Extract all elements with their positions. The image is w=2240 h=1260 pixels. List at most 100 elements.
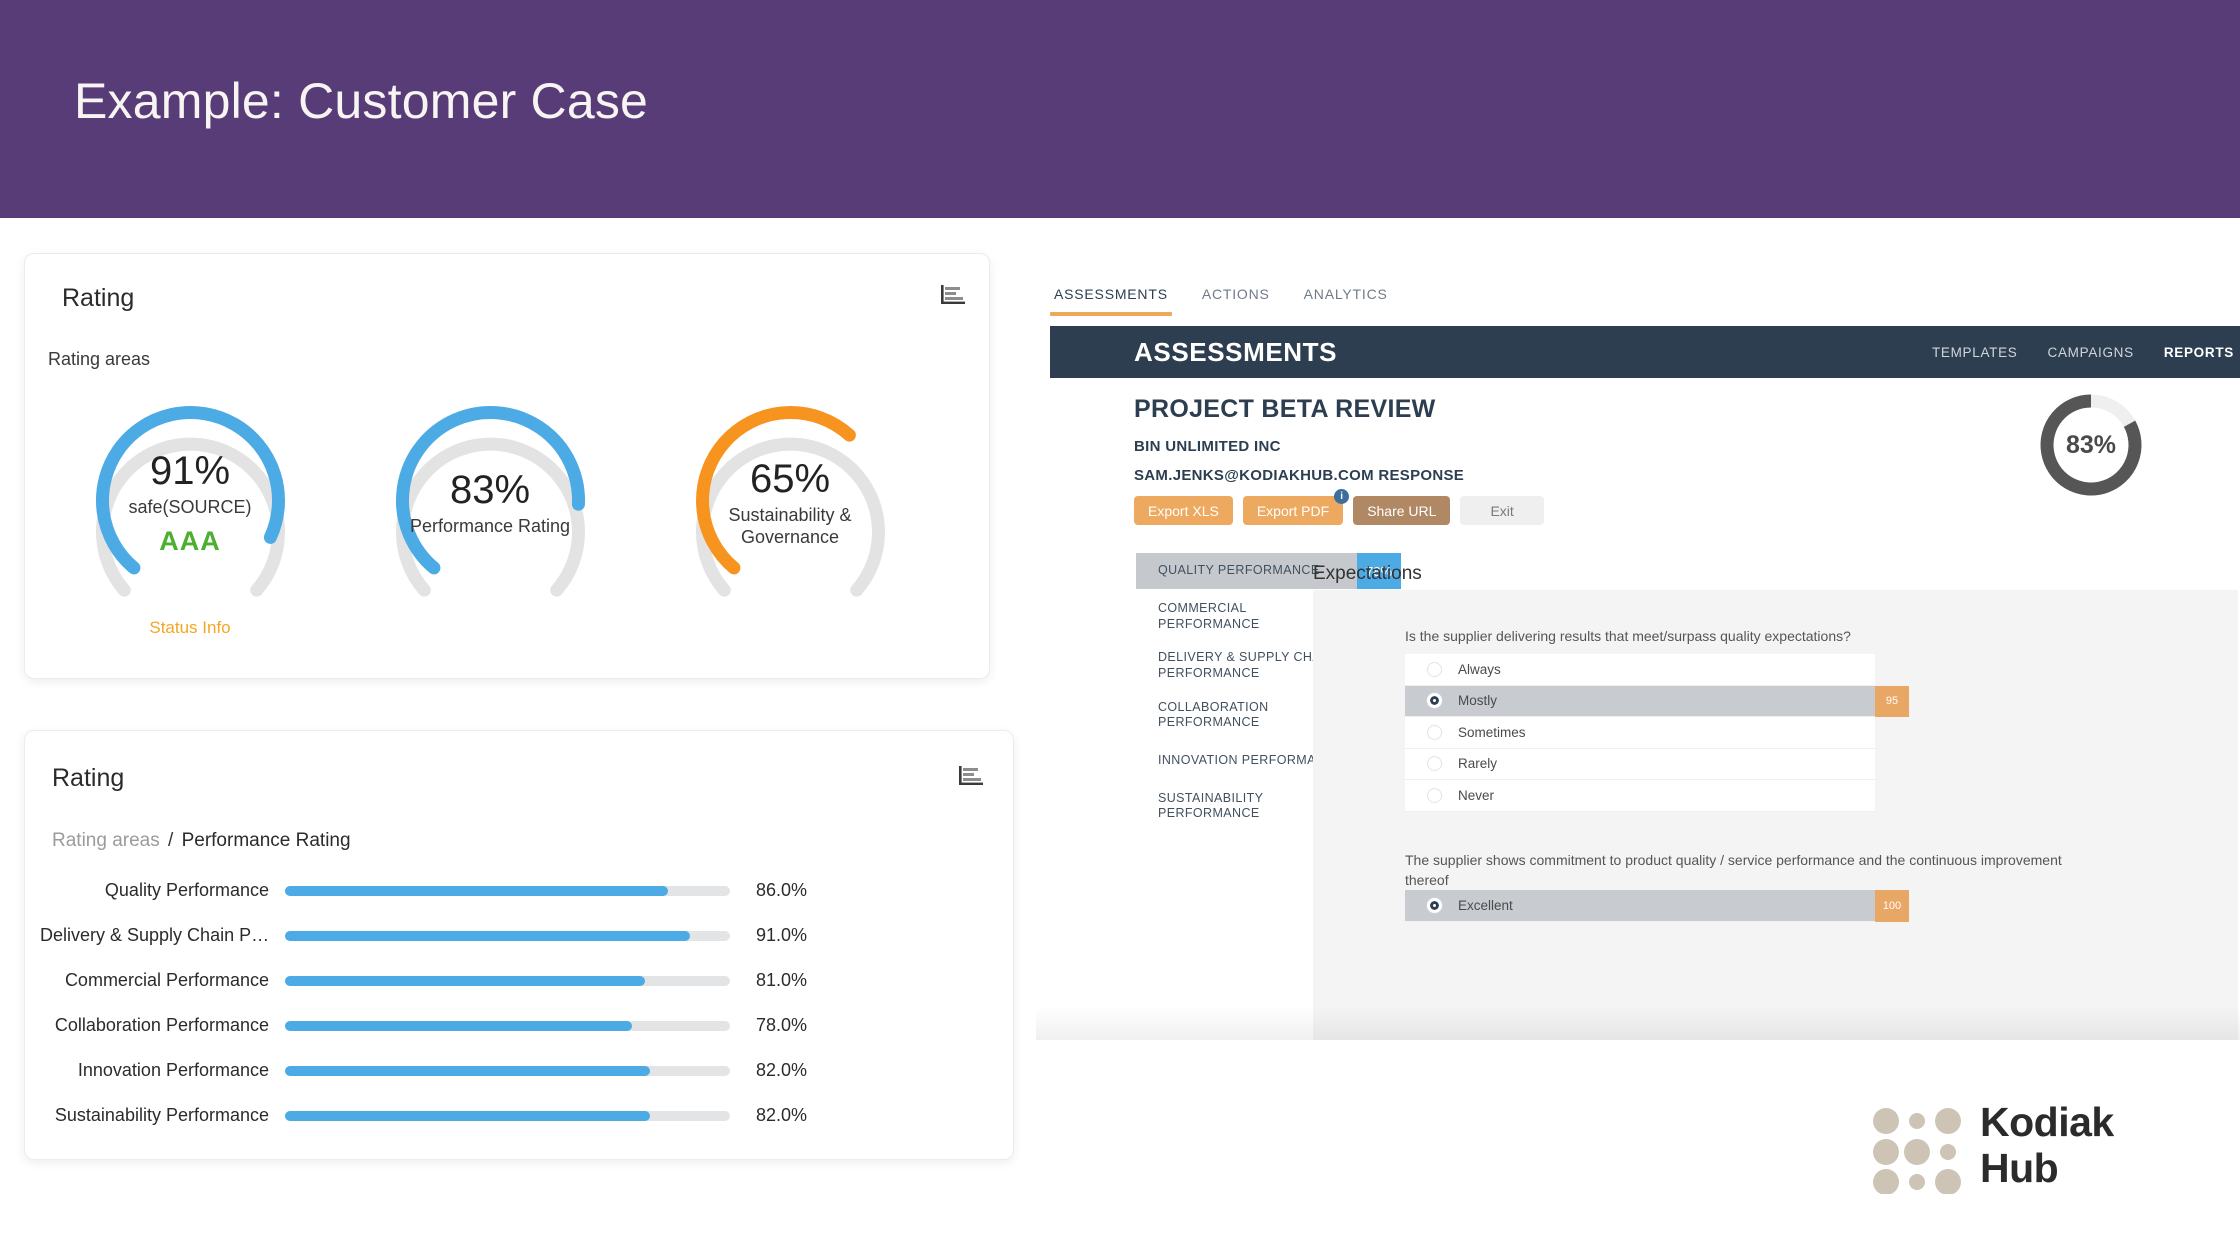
breadcrumb-current: Performance Rating <box>181 830 351 851</box>
bar-value: 91.0% <box>756 925 808 945</box>
app-topbar: ASSESSMENTS TEMPLATES CAMPAIGNS REPORTS <box>1050 326 2240 378</box>
gauge-label: safe(SOURCE) <box>128 496 252 517</box>
bar-value: 82.0% <box>756 1105 808 1125</box>
bar-track <box>285 1110 730 1121</box>
bar-label: Innovation Performance <box>77 1060 269 1080</box>
option-score-badge: 95 <box>1875 685 1909 717</box>
action-button-row: Export XLS Export PDF i Share URL Exit <box>1134 489 1544 525</box>
breadcrumb: Rating areas / Performance Rating <box>52 830 351 852</box>
option-row[interactable]: Always <box>1405 654 1875 686</box>
tab-assessments[interactable]: ASSESSMENTS <box>1050 282 1172 316</box>
tab-analytics[interactable]: ANALYTICS <box>1300 282 1392 316</box>
status-info-link[interactable]: Status Info <box>149 618 230 638</box>
assessments-app-screenshot: ASSESSMENTS ACTIONS ANALYTICS ASSESSMENTS … <box>1036 278 2240 1040</box>
project-response: SAM.JENKS@KODIAKHUB.COM RESPONSE <box>1134 467 1465 484</box>
gauge-percent: 83% <box>449 468 531 513</box>
option-label: Sometimes <box>1458 724 1526 740</box>
share-url-button[interactable]: Share URL <box>1353 496 1451 525</box>
option-label: Excellent <box>1458 897 1513 913</box>
export-pdf-button[interactable]: Export PDF i <box>1242 489 1350 525</box>
bar-chart-icon[interactable] <box>958 764 984 788</box>
gauge-label: Sustainability & Governance <box>728 505 852 547</box>
gauge-percent: 91% <box>149 448 231 493</box>
bar-label: Quality Performance <box>104 880 269 900</box>
bar-row: Quality Performance 86.0% <box>40 868 960 913</box>
option-score-badge: 100 <box>1875 890 1909 922</box>
bar-track <box>285 1065 730 1076</box>
bar-track <box>285 885 730 896</box>
bar-fill <box>285 1065 650 1076</box>
gauge-performance-rating: 83% Performance Rating <box>368 388 613 638</box>
bars-card-title: Rating <box>52 764 125 792</box>
bar-chart-icon[interactable] <box>940 283 966 307</box>
radio-button[interactable] <box>1427 724 1442 740</box>
gauge-grade: AAA <box>159 526 221 557</box>
bar-value: 78.0% <box>756 1015 808 1035</box>
overall-score-donut: 83% <box>2036 390 2146 500</box>
page-title: Example: Customer Case <box>74 73 649 129</box>
breadcrumb-root[interactable]: Rating areas <box>52 830 160 851</box>
logo-text: Kodiak Hub <box>1980 1099 2114 1192</box>
rating-card-subtitle: Rating areas <box>48 349 151 369</box>
option-row[interactable]: Never <box>1405 780 1875 812</box>
bar-value: 82.0% <box>756 1060 808 1080</box>
question-1-options: Always Mostly 95 Sometimes Rarely Never <box>1405 654 1909 812</box>
option-label: Never <box>1458 787 1495 803</box>
info-icon: i <box>1334 489 1350 504</box>
gauge-ring: 91% safe(SOURCE) AAA <box>68 388 313 610</box>
radio-button[interactable] <box>1427 693 1442 709</box>
tab-actions[interactable]: ACTIONS <box>1198 282 1274 316</box>
question-1-text: Is the supplier delivering results that … <box>1405 628 1851 644</box>
bar-label: Commercial Performance <box>64 970 269 990</box>
bar-label: Delivery & Supply Chain P… <box>40 925 270 945</box>
bar-row: Innovation Performance 82.0% <box>40 1048 960 1093</box>
gauge-safe-source: 91% safe(SOURCE) AAA Status Info <box>68 388 313 638</box>
option-label: Mostly <box>1458 693 1498 709</box>
bar-label: Sustainability Performance <box>54 1105 269 1125</box>
gauge-percent: 65% <box>749 457 831 502</box>
radio-button[interactable] <box>1427 787 1442 803</box>
radio-button[interactable] <box>1427 756 1442 772</box>
bar-fill <box>285 1020 633 1031</box>
performance-bar-list: Quality Performance 86.0% Delivery & Suppl… <box>40 868 960 1138</box>
bar-row: Delivery & Supply Chain P… 91.0% <box>40 913 960 958</box>
option-label: Rarely <box>1458 756 1498 772</box>
topnav-campaigns[interactable]: CAMPAIGNS <box>2048 345 2134 360</box>
bar-track <box>285 930 730 941</box>
bar-value: 86.0% <box>756 880 808 900</box>
export-xls-button[interactable]: Export XLS <box>1134 496 1233 525</box>
topnav-reports[interactable]: REPORTS <box>2164 345 2234 360</box>
rating-card-title: Rating <box>62 284 135 312</box>
exit-button[interactable]: Exit <box>1460 496 1544 525</box>
logo-dots-icon <box>1873 1108 1961 1194</box>
slide-header: Example: Customer Case <box>0 0 2240 218</box>
radio-button[interactable] <box>1427 897 1442 913</box>
app-tab-bar: ASSESSMENTS ACTIONS ANALYTICS <box>1036 278 1392 328</box>
bar-track <box>285 1020 730 1031</box>
expectations-heading: Expectations <box>1313 563 1422 584</box>
bar-fill <box>285 975 646 986</box>
app-topnav: TEMPLATES CAMPAIGNS REPORTS <box>1932 345 2240 360</box>
gauge-group: 91% safe(SOURCE) AAA Status Info 83% Per… <box>40 388 940 638</box>
radio-button[interactable] <box>1427 661 1442 677</box>
option-row[interactable]: Mostly 95 <box>1405 685 1909 717</box>
bar-fill <box>285 885 668 896</box>
project-company: BIN UNLIMITED INC <box>1134 438 1281 455</box>
bar-row: Commercial Performance 81.0% <box>40 958 960 1003</box>
bar-row: Sustainability Performance 82.0% <box>40 1093 960 1138</box>
gauge-ring: 83% Performance Rating <box>368 388 613 613</box>
gauge-ring: 65% Sustainability & Governance <box>668 388 913 613</box>
topnav-templates[interactable]: TEMPLATES <box>1932 345 2018 360</box>
option-row[interactable]: Excellent 100 <box>1405 890 1909 922</box>
bar-label: Collaboration Performance <box>54 1015 269 1035</box>
option-row[interactable]: Sometimes <box>1405 717 1875 749</box>
bar-value: 81.0% <box>756 970 808 990</box>
bar-fill <box>285 1110 650 1121</box>
app-topbar-title: ASSESSMENTS <box>1134 336 1338 367</box>
overall-score-value: 83% <box>2065 430 2117 459</box>
bar-track <box>285 975 730 986</box>
option-label: Always <box>1458 661 1501 677</box>
option-row[interactable]: Rarely <box>1405 748 1875 780</box>
kodiak-hub-logo: Kodiak Hub <box>1872 1099 2202 1205</box>
question-2-options: Excellent 100 <box>1405 890 1909 922</box>
